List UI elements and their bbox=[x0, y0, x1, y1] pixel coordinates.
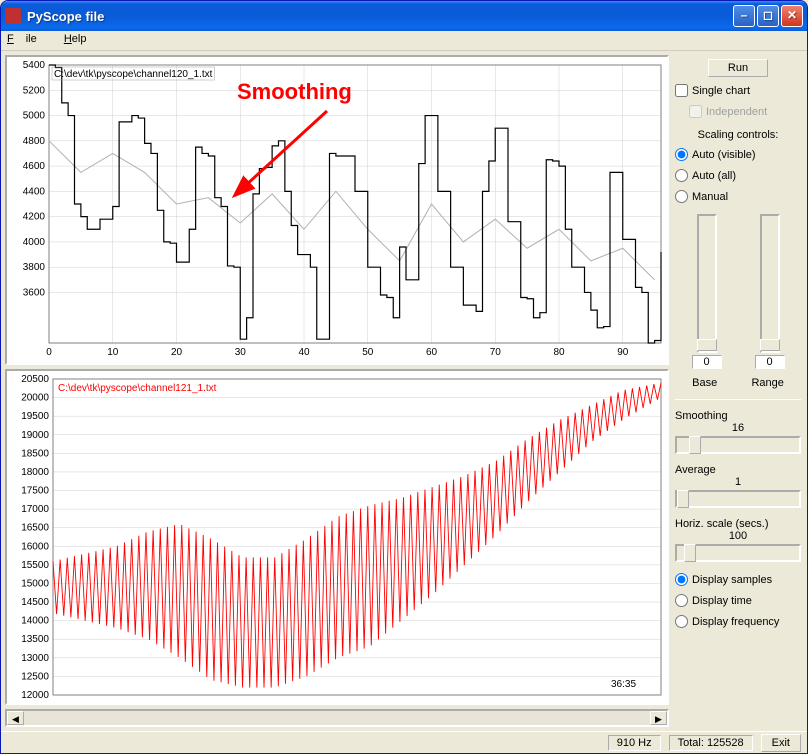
svg-text:4200: 4200 bbox=[23, 212, 46, 223]
svg-text:20500: 20500 bbox=[21, 374, 49, 385]
svg-text:13000: 13000 bbox=[21, 653, 49, 664]
menu-help-text: elp bbox=[72, 33, 87, 45]
scaling-controls-label: Scaling controls: bbox=[675, 129, 801, 141]
svg-text:14500: 14500 bbox=[21, 597, 49, 608]
svg-text:36:35: 36:35 bbox=[611, 679, 636, 690]
svg-text:5000: 5000 bbox=[23, 111, 46, 122]
base-value: 0 bbox=[692, 355, 722, 369]
svg-text:17500: 17500 bbox=[21, 486, 49, 497]
display-time-label: Display time bbox=[692, 595, 752, 607]
svg-text:5400: 5400 bbox=[23, 60, 46, 71]
hscale-label: Horiz. scale (secs.) bbox=[675, 518, 801, 530]
svg-text:70: 70 bbox=[490, 347, 502, 358]
svg-text:40: 40 bbox=[298, 347, 310, 358]
scroll-right-arrow[interactable]: ▶ bbox=[650, 711, 667, 725]
app-icon bbox=[5, 8, 21, 24]
display-samples-radio[interactable] bbox=[675, 573, 688, 586]
svg-text:4400: 4400 bbox=[23, 186, 46, 197]
hscale-value: 100 bbox=[675, 530, 801, 542]
svg-text:15500: 15500 bbox=[21, 560, 49, 571]
svg-text:5200: 5200 bbox=[23, 85, 46, 96]
menubar: File Help bbox=[1, 31, 807, 51]
svg-text:18500: 18500 bbox=[21, 448, 49, 459]
menu-help[interactable]: Help bbox=[64, 33, 99, 45]
range-value: 0 bbox=[755, 355, 785, 369]
scaling-auto-all-label: Auto (all) bbox=[692, 170, 736, 182]
sidebar: Run Single chart Independent Scaling con… bbox=[673, 55, 803, 727]
svg-text:10: 10 bbox=[107, 347, 119, 358]
svg-text:C:\dev\tk\pyscope\channel121_1: C:\dev\tk\pyscope\channel121_1.txt bbox=[58, 383, 217, 394]
svg-text:C:\dev\tk\pyscope\channel120_1: C:\dev\tk\pyscope\channel120_1.txt bbox=[54, 69, 213, 80]
exit-button[interactable]: Exit bbox=[761, 734, 801, 752]
independent-label: Independent bbox=[706, 106, 767, 118]
svg-text:12000: 12000 bbox=[21, 690, 49, 701]
svg-text:19500: 19500 bbox=[21, 411, 49, 422]
chart-upper[interactable]: 3600 3800 4000 4200 4400 4600 4800 5000 5200 5400… bbox=[5, 55, 669, 365]
horizontal-scrollbar[interactable]: ◀ ▶ bbox=[5, 709, 669, 727]
scroll-left-arrow[interactable]: ◀ bbox=[7, 711, 24, 725]
display-frequency-radio[interactable] bbox=[675, 615, 688, 628]
smoothing-label: Smoothing bbox=[675, 410, 801, 422]
single-chart-label: Single chart bbox=[692, 85, 750, 97]
svg-text:20000: 20000 bbox=[21, 393, 49, 404]
close-button[interactable]: ✕ bbox=[781, 5, 803, 27]
minimize-button[interactable]: – bbox=[733, 5, 755, 27]
svg-text:90: 90 bbox=[617, 347, 629, 358]
svg-text:4800: 4800 bbox=[23, 136, 46, 147]
scaling-auto-visible-radio[interactable] bbox=[675, 148, 688, 161]
svg-text:16000: 16000 bbox=[21, 541, 49, 552]
single-chart-checkbox[interactable] bbox=[675, 84, 688, 97]
svg-text:13500: 13500 bbox=[21, 634, 49, 645]
svg-text:4000: 4000 bbox=[23, 237, 46, 248]
svg-text:4600: 4600 bbox=[23, 161, 46, 172]
titlebar[interactable]: PyScope file – ◻ ✕ bbox=[1, 1, 807, 31]
statusbar: 910 Hz Total: 125528 Exit bbox=[1, 731, 807, 753]
svg-text:30: 30 bbox=[235, 347, 247, 358]
svg-text:19000: 19000 bbox=[21, 430, 49, 441]
status-total: Total: 125528 bbox=[669, 735, 753, 751]
average-label: Average bbox=[675, 464, 801, 476]
base-label: Base bbox=[692, 377, 717, 389]
menu-file[interactable]: File bbox=[7, 33, 49, 45]
svg-text:15000: 15000 bbox=[21, 578, 49, 589]
svg-text:18000: 18000 bbox=[21, 467, 49, 478]
svg-text:16500: 16500 bbox=[21, 523, 49, 534]
svg-text:3800: 3800 bbox=[23, 262, 46, 273]
svg-text:60: 60 bbox=[426, 347, 438, 358]
average-value: 1 bbox=[675, 476, 801, 488]
average-slider[interactable] bbox=[675, 490, 801, 508]
chart-lower[interactable]: 12000 12500 13000 13500 14000 14500 15000 15500… bbox=[5, 369, 669, 705]
svg-text:17000: 17000 bbox=[21, 504, 49, 515]
independent-checkbox bbox=[689, 105, 702, 118]
maximize-button[interactable]: ◻ bbox=[757, 5, 779, 27]
scaling-manual-label: Manual bbox=[692, 191, 728, 203]
svg-text:12500: 12500 bbox=[21, 671, 49, 682]
scaling-auto-visible-label: Auto (visible) bbox=[692, 149, 756, 161]
run-button[interactable]: Run bbox=[708, 59, 768, 77]
svg-text:50: 50 bbox=[362, 347, 374, 358]
hscale-slider[interactable] bbox=[675, 544, 801, 562]
status-rate: 910 Hz bbox=[608, 735, 661, 751]
display-frequency-label: Display frequency bbox=[692, 616, 779, 628]
svg-text:20: 20 bbox=[171, 347, 183, 358]
svg-text:14000: 14000 bbox=[21, 616, 49, 627]
svg-text:3600: 3600 bbox=[23, 287, 46, 298]
range-slider[interactable] bbox=[760, 214, 780, 353]
menu-file-text: ile bbox=[26, 33, 37, 45]
smoothing-value: 16 bbox=[675, 422, 801, 434]
smoothing-slider[interactable] bbox=[675, 436, 801, 454]
scaling-manual-radio[interactable] bbox=[675, 190, 688, 203]
window-title: PyScope file bbox=[27, 9, 104, 24]
base-slider[interactable] bbox=[697, 214, 717, 353]
display-time-radio[interactable] bbox=[675, 594, 688, 607]
display-samples-label: Display samples bbox=[692, 574, 772, 586]
svg-text:80: 80 bbox=[553, 347, 565, 358]
range-label: Range bbox=[751, 377, 783, 389]
svg-text:0: 0 bbox=[46, 347, 52, 358]
scaling-auto-all-radio[interactable] bbox=[675, 169, 688, 182]
